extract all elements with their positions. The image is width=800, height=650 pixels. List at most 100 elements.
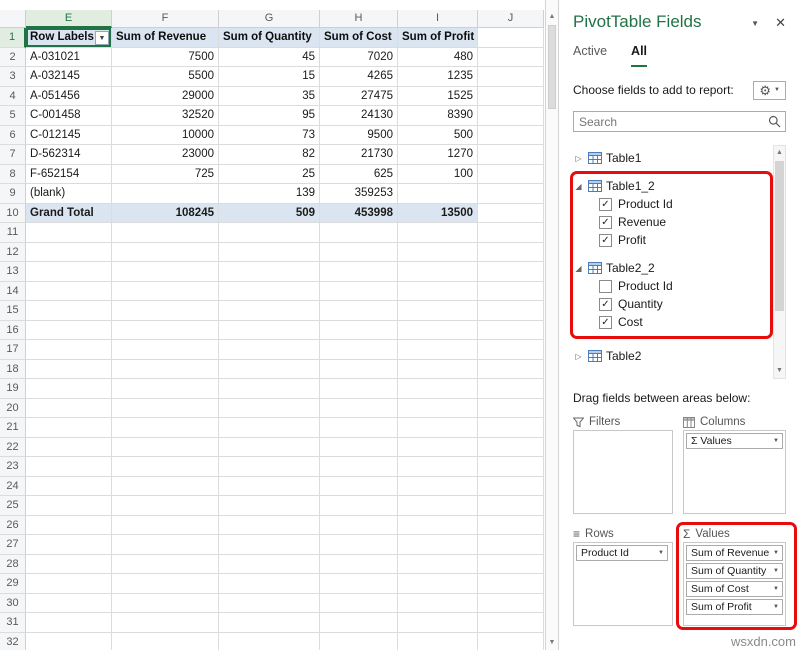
- cell[interactable]: [26, 574, 112, 594]
- row-header[interactable]: 29: [0, 574, 26, 594]
- cell[interactable]: [398, 574, 478, 594]
- cell[interactable]: 1525: [398, 87, 478, 107]
- tab-active[interactable]: Active: [573, 44, 607, 67]
- table-node[interactable]: ▷Table1: [573, 149, 773, 167]
- scroll-up-icon[interactable]: ▲: [546, 10, 558, 24]
- cell[interactable]: [320, 496, 398, 516]
- cell[interactable]: [320, 243, 398, 263]
- row-header[interactable]: 1: [0, 28, 26, 48]
- cell[interactable]: [219, 243, 320, 263]
- worksheet-vertical-scrollbar[interactable]: ▲ ▼: [545, 0, 559, 650]
- row-header[interactable]: 10: [0, 204, 26, 224]
- cell[interactable]: [398, 360, 478, 380]
- cell[interactable]: [398, 633, 478, 650]
- pane-options-chevron-icon[interactable]: ▼: [751, 19, 759, 28]
- cell[interactable]: [320, 282, 398, 302]
- cell[interactable]: [112, 516, 219, 536]
- cell[interactable]: 35: [219, 87, 320, 107]
- row-header[interactable]: 16: [0, 321, 26, 341]
- cell[interactable]: [320, 360, 398, 380]
- cell[interactable]: [219, 496, 320, 516]
- cell[interactable]: [112, 555, 219, 575]
- cell[interactable]: [26, 594, 112, 614]
- row-header[interactable]: 11: [0, 223, 26, 243]
- scrollbar-thumb[interactable]: [775, 161, 784, 311]
- cell[interactable]: [26, 321, 112, 341]
- cell[interactable]: [26, 418, 112, 438]
- cell[interactable]: [112, 282, 219, 302]
- cell[interactable]: [26, 555, 112, 575]
- expand-toggle-icon[interactable]: ▷: [573, 352, 584, 361]
- cell[interactable]: 509: [219, 204, 320, 224]
- cell[interactable]: [112, 223, 219, 243]
- cell[interactable]: [320, 262, 398, 282]
- cell[interactable]: 7020: [320, 48, 398, 68]
- row-header[interactable]: 3: [0, 67, 26, 87]
- row-header[interactable]: 32: [0, 633, 26, 650]
- row-header[interactable]: 23: [0, 457, 26, 477]
- cell[interactable]: [478, 457, 544, 477]
- row-header[interactable]: 14: [0, 282, 26, 302]
- cell[interactable]: [478, 301, 544, 321]
- cell[interactable]: [478, 321, 544, 341]
- cell[interactable]: 359253: [320, 184, 398, 204]
- cell[interactable]: [219, 516, 320, 536]
- cell[interactable]: [219, 535, 320, 555]
- cell[interactable]: [398, 613, 478, 633]
- cell[interactable]: 1270: [398, 145, 478, 165]
- cell[interactable]: [398, 477, 478, 497]
- cell[interactable]: A-032145: [26, 67, 112, 87]
- cell[interactable]: [320, 457, 398, 477]
- cell[interactable]: 13500: [398, 204, 478, 224]
- cell[interactable]: 480: [398, 48, 478, 68]
- field-checkbox-item[interactable]: ✓Profit: [573, 231, 773, 249]
- filters-area-box[interactable]: [573, 430, 673, 514]
- cell[interactable]: [398, 418, 478, 438]
- cell[interactable]: [112, 438, 219, 458]
- cell[interactable]: [320, 477, 398, 497]
- row-header[interactable]: 25: [0, 496, 26, 516]
- cell[interactable]: [398, 516, 478, 536]
- expand-toggle-icon[interactable]: ◢: [573, 182, 584, 191]
- cell[interactable]: [219, 457, 320, 477]
- cell[interactable]: [219, 574, 320, 594]
- column-header[interactable]: E: [26, 10, 112, 28]
- cell[interactable]: [112, 184, 219, 204]
- cell[interactable]: [26, 535, 112, 555]
- cell[interactable]: 15: [219, 67, 320, 87]
- scrollbar-thumb[interactable]: [548, 25, 556, 109]
- checkbox[interactable]: ✓: [599, 234, 612, 247]
- scroll-down-icon[interactable]: ▼: [546, 636, 558, 650]
- table-node[interactable]: ◢Table1_2: [573, 177, 773, 195]
- cell[interactable]: 24130: [320, 106, 398, 126]
- cell[interactable]: [219, 555, 320, 575]
- cell[interactable]: [398, 223, 478, 243]
- checkbox[interactable]: [599, 280, 612, 293]
- select-all-corner[interactable]: [0, 10, 26, 28]
- row-header[interactable]: 28: [0, 555, 26, 575]
- field-checkbox-item[interactable]: Product Id: [573, 277, 773, 295]
- cell[interactable]: 108245: [112, 204, 219, 224]
- cell[interactable]: [398, 340, 478, 360]
- cell[interactable]: [478, 613, 544, 633]
- field-pill[interactable]: Sum of Cost▼: [686, 581, 783, 597]
- column-header[interactable]: F: [112, 10, 219, 28]
- cell[interactable]: [398, 282, 478, 302]
- cell[interactable]: [26, 613, 112, 633]
- field-checkbox-item[interactable]: ✓Cost: [573, 313, 773, 331]
- checkbox[interactable]: ✓: [599, 216, 612, 229]
- cell[interactable]: 32520: [112, 106, 219, 126]
- cell[interactable]: [26, 223, 112, 243]
- cell[interactable]: [478, 282, 544, 302]
- rows-area-box[interactable]: Product Id▼: [573, 542, 673, 626]
- cell[interactable]: [478, 67, 544, 87]
- cell[interactable]: [320, 399, 398, 419]
- checkbox[interactable]: ✓: [599, 316, 612, 329]
- cell[interactable]: [398, 321, 478, 341]
- cell[interactable]: [219, 321, 320, 341]
- row-header[interactable]: 8: [0, 165, 26, 185]
- cell[interactable]: [478, 418, 544, 438]
- cell[interactable]: [26, 262, 112, 282]
- cell[interactable]: A-031021: [26, 48, 112, 68]
- values-area-box[interactable]: Sum of Revenue▼Sum of Quantity▼Sum of Co…: [683, 542, 786, 626]
